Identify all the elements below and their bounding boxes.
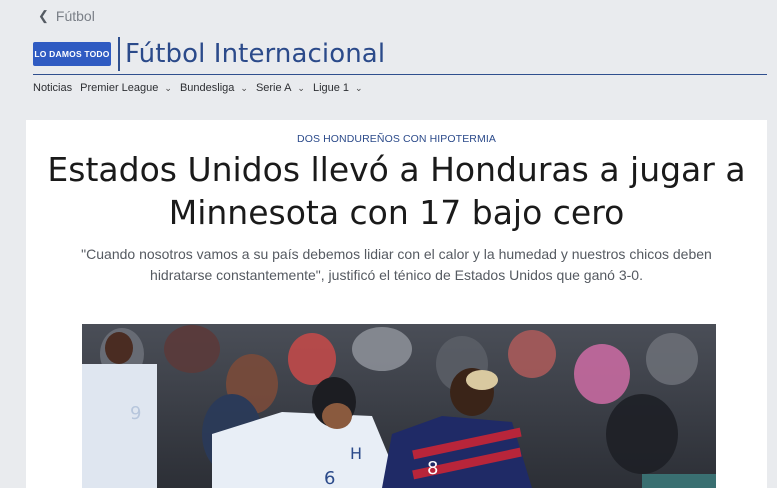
article-dek: "Cuando nosotros vamos a su país debemos…: [81, 246, 712, 283]
jersey-number-9: 9: [130, 403, 141, 424]
brand-row: LO DAMOS TODO Fútbol Internacional: [33, 33, 767, 75]
jersey-number-6: 6: [324, 468, 335, 488]
article-kicker[interactable]: DOS HONDUREÑOS CON HIPOTERMIA: [26, 133, 767, 145]
site-header: ❮ Fútbol LO DAMOS TODO Fútbol Internacio…: [0, 0, 777, 105]
nav-item-label: Ligue 1: [312, 82, 350, 94]
nav-item-ligue-1[interactable]: Ligue 1 ⌄: [313, 82, 363, 94]
nav-item-bundesliga[interactable]: Bundesliga ⌄: [180, 82, 248, 94]
nav-item-label: Bundesliga: [179, 82, 235, 94]
team-crest-letter: H: [350, 444, 362, 463]
jersey-number-8: 8: [427, 458, 438, 479]
article-headline: Estados Unidos llevó a Honduras a jugar …: [47, 150, 746, 232]
nav-item-label: Serie A: [255, 82, 292, 94]
chevron-down-icon: ⌄: [164, 82, 172, 93]
chevron-left-icon: ❮: [38, 8, 49, 23]
article-hero-image[interactable]: 9 6 H 8: [82, 324, 716, 488]
hero-photo-illustration: 9 6 H 8: [82, 324, 716, 488]
nav-item-label: Premier League: [80, 82, 159, 94]
back-link-label: Fútbol: [55, 8, 95, 24]
site-logo[interactable]: LO DAMOS TODO: [33, 41, 111, 66]
brand-divider: [118, 36, 120, 71]
chevron-down-icon: ⌄: [240, 82, 248, 93]
chevron-down-icon: ⌄: [297, 82, 305, 93]
article-card: DOS HONDUREÑOS CON HIPOTERMIA Estados Un…: [26, 120, 767, 488]
section-title[interactable]: Fútbol Internacional: [125, 39, 385, 69]
nav-item-noticias[interactable]: Noticias: [33, 82, 72, 94]
nav-item-premier-league[interactable]: Premier League ⌄: [80, 82, 172, 94]
section-nav: Noticias Premier League ⌄ Bundesliga ⌄ S…: [33, 82, 371, 94]
chevron-down-icon: ⌄: [355, 82, 363, 93]
nav-item-serie-a[interactable]: Serie A ⌄: [256, 82, 305, 94]
back-link[interactable]: ❮ Fútbol: [38, 8, 95, 24]
nav-item-label: Noticias: [33, 82, 73, 94]
